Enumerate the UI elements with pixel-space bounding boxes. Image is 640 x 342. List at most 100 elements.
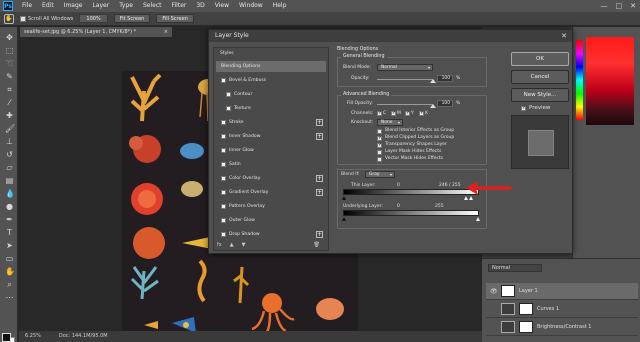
- blend-if-select[interactable]: Gray: [365, 171, 395, 178]
- healing-brush-icon[interactable]: ✚: [5, 111, 14, 120]
- preview-checkbox[interactable]: [521, 105, 526, 111]
- layer-mask-hides-checkbox[interactable]: [377, 150, 382, 155]
- fill-opacity-slider-knob[interactable]: [430, 104, 436, 108]
- blend-mode-select[interactable]: Normal: [377, 64, 433, 71]
- checkbox-box[interactable]: [20, 15, 26, 22]
- more-tools-icon[interactable]: ⋯: [5, 293, 14, 302]
- style-inner-glow[interactable]: Inner Glow: [216, 145, 326, 156]
- this-layer-gradient-bar[interactable]: [343, 189, 479, 195]
- style-bevel-emboss[interactable]: Bevel & Emboss: [216, 75, 326, 86]
- style-satin[interactable]: Satin: [216, 159, 326, 170]
- underlying-black-slider[interactable]: [342, 217, 346, 221]
- gradient-tool-icon[interactable]: ▤: [5, 176, 14, 185]
- channel-m-checkbox[interactable]: [391, 110, 396, 116]
- add-drop-shadow-plus-icon[interactable]: +: [316, 231, 323, 238]
- style-checkbox[interactable]: [221, 218, 226, 223]
- hand-tool-sidebar-icon[interactable]: ✋: [5, 267, 15, 276]
- fill-screen-button[interactable]: Fill Screen: [156, 14, 194, 23]
- move-tool-icon[interactable]: ✥: [5, 33, 14, 42]
- move-up-icon[interactable]: ▲: [230, 242, 234, 248]
- style-checkbox[interactable]: [221, 232, 226, 237]
- style-color-overlay[interactable]: Color Overlay +: [216, 173, 326, 184]
- underlying-gradient-bar[interactable]: [343, 210, 479, 216]
- type-tool-icon[interactable]: T: [5, 228, 14, 237]
- this-layer-black-slider[interactable]: [342, 196, 346, 200]
- quick-select-tool-icon[interactable]: ✎: [5, 72, 14, 81]
- styles-header[interactable]: Styles: [220, 51, 234, 56]
- style-contour[interactable]: Contour: [216, 89, 326, 100]
- maximize-button[interactable]: □: [616, 0, 623, 12]
- path-select-icon[interactable]: ➤: [5, 241, 14, 250]
- hue-slider[interactable]: [576, 40, 583, 120]
- style-checkbox[interactable]: [226, 106, 231, 111]
- style-checkbox[interactable]: [221, 78, 226, 83]
- channel-c-checkbox[interactable]: [377, 110, 382, 116]
- foreground-color-swatch[interactable]: [2, 333, 11, 342]
- knockout-select[interactable]: None: [377, 119, 403, 126]
- channel-y-checkbox[interactable]: [405, 110, 410, 116]
- add-stroke-plus-icon[interactable]: +: [316, 119, 323, 126]
- add-color-overlay-plus-icon[interactable]: +: [316, 175, 323, 182]
- channel-k-checkbox[interactable]: [419, 110, 424, 116]
- menu-window[interactable]: Window: [234, 0, 268, 12]
- move-down-icon[interactable]: ▼: [242, 242, 246, 248]
- zoom-field[interactable]: 100%: [79, 14, 108, 23]
- style-stroke[interactable]: Stroke +: [216, 117, 326, 128]
- history-brush-icon[interactable]: ↺: [5, 150, 14, 159]
- brush-tool-icon[interactable]: 🖌: [5, 124, 15, 133]
- layer-row-brightness-contrast-1[interactable]: Brightness/Contrast 1: [486, 319, 638, 336]
- close-window-button[interactable]: ✕: [630, 0, 636, 12]
- menu-select[interactable]: Select: [138, 0, 167, 12]
- style-checkbox[interactable]: [221, 162, 226, 167]
- style-texture[interactable]: Texture: [216, 103, 326, 114]
- underlying-white-slider[interactable]: [476, 217, 480, 221]
- visibility-eye-icon[interactable]: 👁: [490, 288, 498, 295]
- scroll-all-windows-checkbox[interactable]: Scroll All Windows: [20, 15, 73, 22]
- cancel-button[interactable]: Cancel: [511, 70, 569, 84]
- style-outer-glow[interactable]: Outer Glow: [216, 215, 326, 226]
- style-drop-shadow[interactable]: Drop Shadow +: [216, 229, 326, 240]
- ok-button[interactable]: OK: [511, 52, 569, 66]
- fx-icon[interactable]: fx: [217, 242, 222, 248]
- dodge-tool-icon[interactable]: ●: [5, 202, 14, 211]
- style-checkbox[interactable]: [221, 120, 226, 125]
- minimize-button[interactable]: —: [601, 0, 608, 12]
- blend-interior-effects-checkbox[interactable]: [377, 129, 382, 134]
- style-inner-shadow[interactable]: Inner Shadow +: [216, 131, 326, 142]
- menu-edit[interactable]: Edit: [37, 0, 59, 12]
- fit-screen-button[interactable]: Fit Screen: [113, 14, 151, 23]
- document-tab[interactable]: sealife-set.jpg @ 6.25% (Layer 1, CMYK/8…: [20, 27, 172, 37]
- menu-image[interactable]: Image: [59, 0, 88, 12]
- style-checkbox[interactable]: [226, 92, 231, 97]
- pen-tool-icon[interactable]: ✒: [5, 215, 14, 224]
- stamp-tool-icon[interactable]: ⊥: [5, 137, 14, 146]
- add-inner-shadow-plus-icon[interactable]: +: [316, 133, 323, 140]
- menu-type[interactable]: Type: [114, 0, 138, 12]
- style-checkbox[interactable]: [221, 148, 226, 153]
- opacity-input[interactable]: 100: [437, 75, 453, 82]
- style-pattern-overlay[interactable]: Pattern Overlay: [216, 201, 326, 212]
- close-tab-icon[interactable]: ×: [164, 27, 168, 37]
- trash-icon[interactable]: 🗑: [313, 242, 319, 248]
- zoom-status[interactable]: 6.25%: [25, 331, 41, 342]
- vector-mask-hides-checkbox[interactable]: [377, 157, 382, 162]
- menu-file[interactable]: File: [17, 0, 37, 12]
- menu-filter[interactable]: Filter: [167, 0, 192, 12]
- menu-help[interactable]: Help: [268, 0, 292, 12]
- menu-3d[interactable]: 3D: [191, 0, 209, 12]
- crop-tool-icon[interactable]: ⌗: [5, 85, 14, 94]
- transparency-shapes-checkbox[interactable]: [377, 142, 382, 148]
- style-blending-options[interactable]: Blending Options: [216, 61, 326, 72]
- style-checkbox[interactable]: [221, 190, 226, 195]
- dialog-close-icon[interactable]: ✕: [561, 30, 567, 42]
- lasso-tool-icon[interactable]: ➰: [5, 59, 15, 68]
- hand-tool-icon[interactable]: ✋: [4, 13, 14, 24]
- zoom-tool-icon[interactable]: ⌕: [5, 280, 14, 289]
- marquee-tool-icon[interactable]: ⬚: [5, 46, 14, 55]
- dialog-title[interactable]: Layer Style: [209, 30, 572, 42]
- new-style-button[interactable]: New Style...: [511, 88, 569, 102]
- menu-view[interactable]: View: [210, 0, 234, 12]
- layer-blend-mode-select[interactable]: Normal: [488, 264, 542, 272]
- style-checkbox[interactable]: [221, 204, 226, 209]
- blur-tool-icon[interactable]: 💧: [5, 189, 15, 198]
